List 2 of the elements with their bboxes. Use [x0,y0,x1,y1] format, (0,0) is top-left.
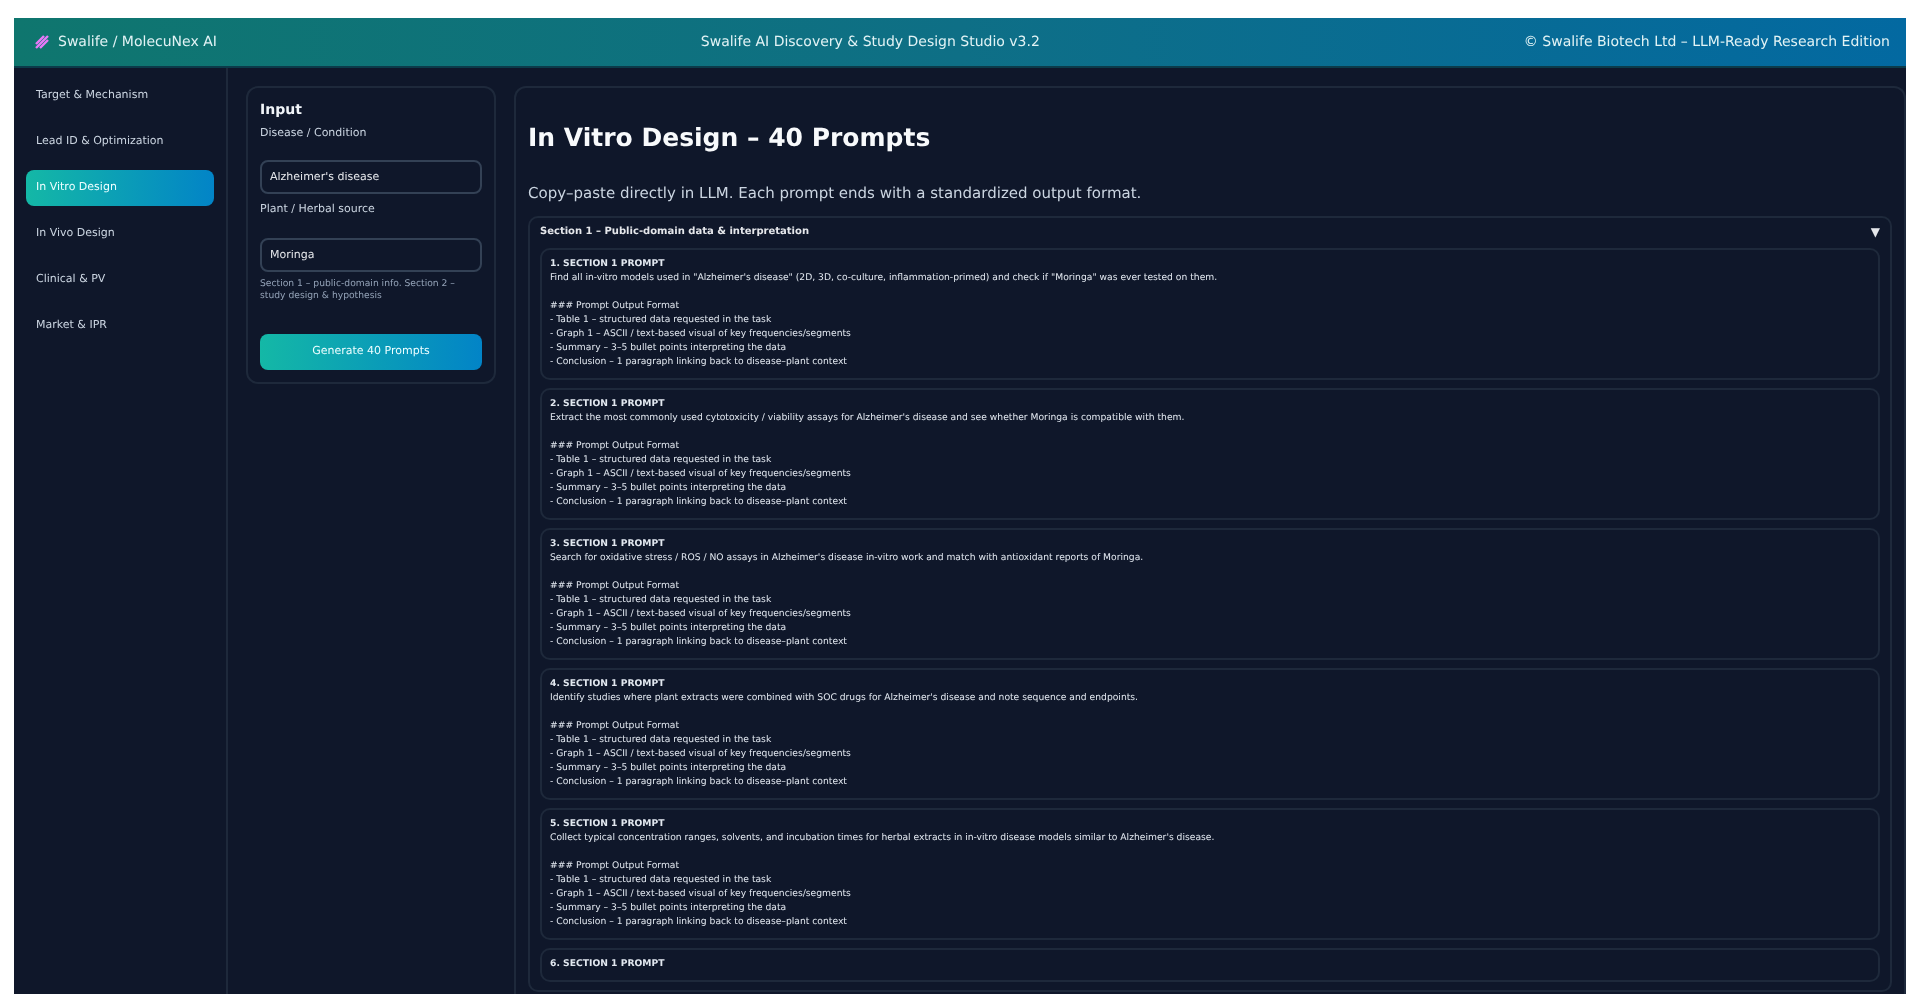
logo-icon [34,34,50,50]
page-heading: In Vitro Design – 40 Prompts [528,120,933,156]
